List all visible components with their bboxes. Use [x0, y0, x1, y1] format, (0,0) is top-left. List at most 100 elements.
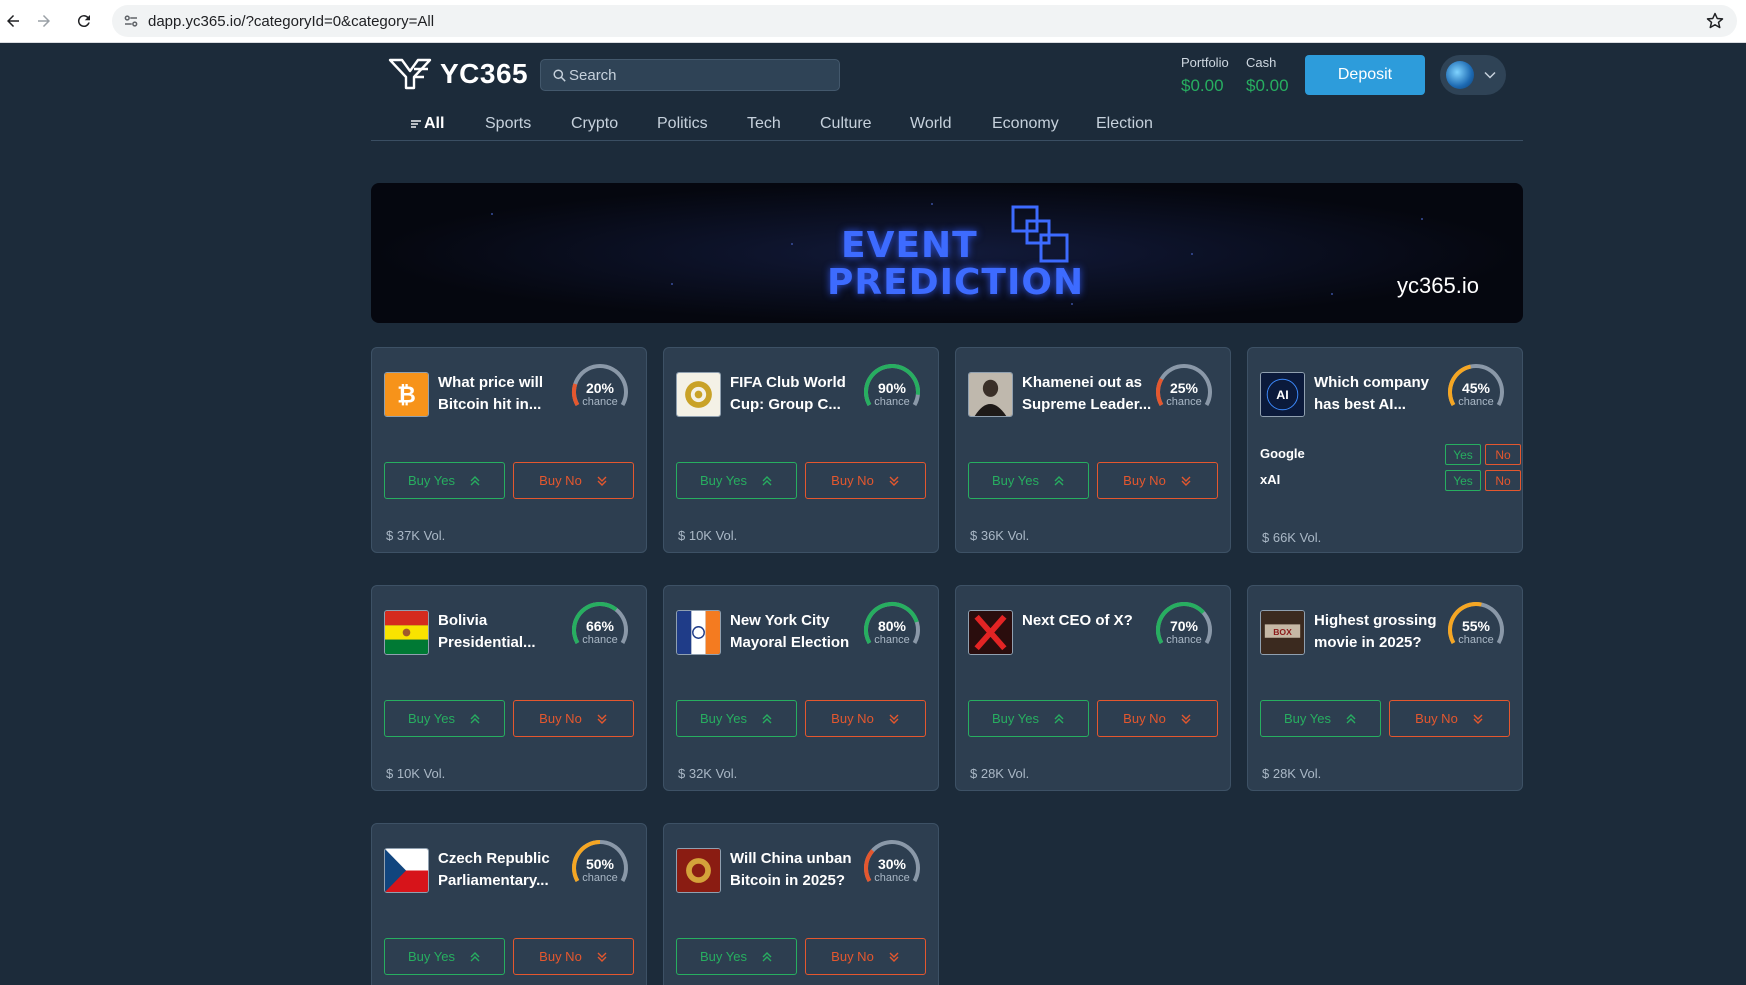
buy-yes-button[interactable]: Buy Yes [676, 462, 797, 499]
option-no-button[interactable]: No [1485, 444, 1521, 465]
chance-label: chance [582, 872, 618, 884]
buy-yes-label: Buy Yes [1284, 711, 1331, 726]
search-box[interactable] [540, 59, 840, 91]
cash-balance[interactable]: Cash $0.00 [1246, 55, 1289, 96]
option-yes-button[interactable]: Yes [1445, 444, 1481, 465]
buy-yes-label: Buy Yes [992, 473, 1039, 488]
market-title[interactable]: Which company has best AI... [1314, 372, 1444, 416]
buy-no-button[interactable]: Buy No [805, 462, 926, 499]
tab-tech[interactable]: Tech [747, 115, 781, 133]
market-thumbnail[interactable] [676, 610, 721, 655]
market-thumbnail[interactable] [384, 848, 429, 893]
back-button[interactable] [0, 8, 26, 34]
market-title-line-1: FIFA Club World [730, 374, 846, 391]
market-title[interactable]: FIFA Club World Cup: Group C... [730, 372, 860, 416]
market-volume: $ 10K Vol. [386, 766, 446, 781]
buy-no-button[interactable]: Buy No [805, 938, 926, 975]
market-card[interactable]: Next CEO of X? 70% chance Buy Yes Buy No… [955, 585, 1231, 791]
bookmark-star-icon[interactable] [1705, 11, 1725, 31]
logo[interactable]: YC365 [388, 57, 528, 91]
buy-yes-label: Buy Yes [700, 949, 747, 964]
tab-sports[interactable]: Sports [485, 115, 531, 133]
chevron-double-down-icon [597, 714, 607, 724]
market-thumbnail[interactable]: AI [1260, 372, 1305, 417]
buy-yes-button[interactable]: Buy Yes [676, 700, 797, 737]
option-no-button[interactable]: No [1485, 470, 1521, 491]
market-title[interactable]: Will China unban Bitcoin in 2025? [730, 848, 860, 892]
chance-percent: 80% [877, 618, 907, 634]
market-thumbnail[interactable] [676, 848, 721, 893]
tab-economy[interactable]: Economy [992, 115, 1059, 133]
buy-yes-button[interactable]: Buy Yes [1260, 700, 1381, 737]
market-card[interactable]: Will China unban Bitcoin in 2025? 30% ch… [663, 823, 939, 985]
url-text: dapp.yc365.io/?categoryId=0&category=All [148, 13, 435, 30]
promo-banner[interactable]: EVENT PREDICTION yc365.io [371, 183, 1523, 323]
buy-no-label: Buy No [1123, 473, 1166, 488]
buy-yes-button[interactable]: Buy Yes [968, 462, 1089, 499]
market-title[interactable]: Next CEO of X? [1022, 610, 1152, 632]
market-thumbnail[interactable] [968, 610, 1013, 655]
option-name: xAI [1260, 472, 1281, 487]
market-title[interactable]: Highest grossing movie in 2025? [1314, 610, 1444, 654]
tab-culture[interactable]: Culture [820, 115, 872, 133]
market-card[interactable]: BOX Highest grossing movie in 2025? 55% … [1247, 585, 1523, 791]
market-title[interactable]: New York City Mayoral Election [730, 610, 860, 654]
tab-crypto[interactable]: Crypto [571, 115, 618, 133]
market-title-line-2: Bitcoin hit in... [438, 396, 542, 413]
browser-toolbar: dapp.yc365.io/?categoryId=0&category=All [0, 0, 1746, 43]
address-bar[interactable]: dapp.yc365.io/?categoryId=0&category=All [112, 5, 1737, 37]
tab-politics[interactable]: Politics [657, 115, 708, 133]
chevron-double-down-icon [1181, 476, 1191, 486]
buy-yes-button[interactable]: Buy Yes [968, 700, 1089, 737]
banner-headline: EVENT PREDICTION [827, 227, 1084, 301]
portfolio-label: Portfolio [1181, 55, 1229, 70]
buy-no-button[interactable]: Buy No [1389, 700, 1510, 737]
deposit-button[interactable]: Deposit [1305, 55, 1425, 95]
buy-no-button[interactable]: Buy No [1097, 462, 1218, 499]
market-title[interactable]: Czech Republic Parliamentary... [438, 848, 568, 892]
market-title[interactable]: Bolivia Presidential... [438, 610, 568, 654]
tab-election[interactable]: Election [1096, 115, 1153, 133]
buy-no-button[interactable]: Buy No [1097, 700, 1218, 737]
market-title-line-2: Presidential... [438, 634, 536, 651]
tab-world[interactable]: World [910, 115, 952, 133]
buy-no-button[interactable]: Buy No [513, 700, 634, 737]
portfolio-balance[interactable]: Portfolio $0.00 [1181, 55, 1229, 96]
chance-percent: 25% [1169, 380, 1199, 396]
buy-no-button[interactable]: Buy No [805, 700, 926, 737]
market-card[interactable]: FIFA Club World Cup: Group C... 90% chan… [663, 347, 939, 553]
portfolio-value: $0.00 [1181, 76, 1224, 95]
cash-value: $0.00 [1246, 76, 1289, 95]
market-thumbnail[interactable]: BOX [1260, 610, 1305, 655]
market-card[interactable]: Khamenei out as Supreme Leader... 25% ch… [955, 347, 1231, 553]
option-yes-button[interactable]: Yes [1445, 470, 1481, 491]
market-card[interactable]: ₿ What price will Bitcoin hit in... 20% … [371, 347, 647, 553]
chance-label: chance [1166, 396, 1202, 408]
site-settings-icon[interactable] [122, 12, 140, 30]
market-thumbnail[interactable] [968, 372, 1013, 417]
forward-button[interactable] [31, 8, 57, 34]
reload-button[interactable] [71, 8, 97, 34]
search-input[interactable] [569, 60, 829, 90]
market-title[interactable]: What price will Bitcoin hit in... [438, 372, 568, 416]
market-thumbnail[interactable] [676, 372, 721, 417]
market-title-line-2: movie in 2025? [1314, 634, 1422, 651]
market-title-line-1: Will China unban [730, 850, 852, 867]
tab-all[interactable]: All [411, 115, 444, 133]
account-menu-button[interactable] [1440, 55, 1506, 95]
buy-yes-button[interactable]: Buy Yes [384, 462, 505, 499]
market-thumbnail[interactable] [384, 610, 429, 655]
market-thumbnail[interactable]: ₿ [384, 372, 429, 417]
buy-no-button[interactable]: Buy No [513, 938, 634, 975]
market-card[interactable]: Bolivia Presidential... 66% chance Buy Y… [371, 585, 647, 791]
market-title[interactable]: Khamenei out as Supreme Leader... [1022, 372, 1152, 416]
buy-yes-button[interactable]: Buy Yes [384, 700, 505, 737]
market-card[interactable]: New York City Mayoral Election 80% chanc… [663, 585, 939, 791]
market-card[interactable]: AI Which company has best AI... 45% chan… [1247, 347, 1523, 553]
list-icon [411, 120, 421, 128]
buy-no-button[interactable]: Buy No [513, 462, 634, 499]
market-card[interactable]: Czech Republic Parliamentary... 50% chan… [371, 823, 647, 985]
buy-yes-button[interactable]: Buy Yes [384, 938, 505, 975]
chance-gauge: 90% chance [860, 362, 924, 412]
buy-yes-button[interactable]: Buy Yes [676, 938, 797, 975]
